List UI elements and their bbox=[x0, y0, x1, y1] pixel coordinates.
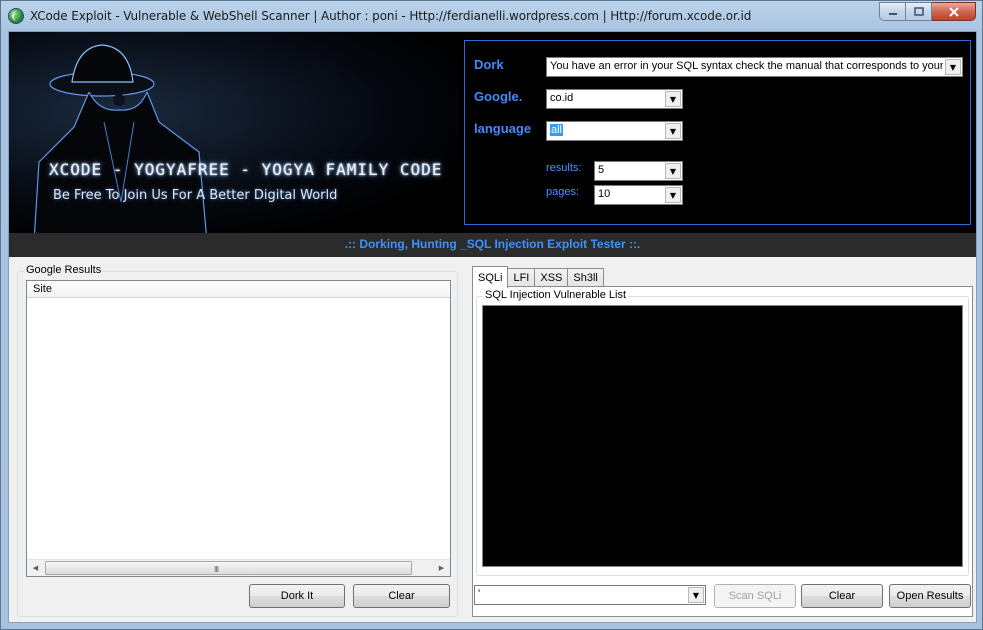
pages-value: 10 bbox=[598, 188, 611, 200]
app-window: XCode Exploit - Vulnerable & WebShell Sc… bbox=[0, 0, 983, 630]
google-results-title: Google Results bbox=[24, 264, 104, 276]
results-combobox[interactable]: 5 ▼ bbox=[594, 161, 683, 181]
header-panel: XCODE - YOGYAFREE - YOGYA FAMILY CODE Be… bbox=[9, 32, 976, 233]
dork-it-button[interactable]: Dork It bbox=[249, 584, 345, 608]
sqli-group-title: SQL Injection Vulnerable List bbox=[483, 289, 629, 301]
tab-sh3ll[interactable]: Sh3ll bbox=[567, 268, 604, 288]
scan-sqli-button[interactable]: Scan SQLi bbox=[714, 584, 796, 608]
banner-tagline: Be Free To Join Us For A Better Digital … bbox=[53, 188, 338, 203]
google-domain-value: co.id bbox=[550, 92, 574, 104]
chevron-down-icon[interactable]: ▼ bbox=[665, 91, 681, 107]
minimize-icon bbox=[888, 12, 897, 15]
tab-xss[interactable]: XSS bbox=[534, 268, 569, 288]
banner-image: XCODE - YOGYAFREE - YOGYA FAMILY CODE Be… bbox=[9, 32, 459, 233]
clear-sqli-button[interactable]: Clear bbox=[801, 584, 883, 608]
chevron-down-icon[interactable]: ▼ bbox=[945, 59, 961, 75]
search-config-box: Dork You have an error in your SQL synta… bbox=[464, 40, 971, 225]
google-domain-combobox[interactable]: co.id ▼ bbox=[546, 89, 683, 109]
window-controls bbox=[879, 2, 976, 22]
pages-label: pages: bbox=[546, 186, 580, 198]
scroll-grip: III bbox=[214, 565, 219, 574]
tab-lfi[interactable]: LFI bbox=[507, 268, 536, 288]
google-label: Google. bbox=[474, 89, 523, 104]
chevron-down-icon[interactable]: ▼ bbox=[688, 587, 704, 603]
subtitle-bar: .:: Dorking, Hunting _SQL Injection Expl… bbox=[9, 233, 976, 257]
column-site[interactable]: Site bbox=[27, 281, 450, 298]
banner-title: XCODE - YOGYAFREE - YOGYA FAMILY CODE bbox=[49, 160, 443, 179]
horizontal-scrollbar[interactable]: ◀ III ▶ bbox=[27, 559, 450, 576]
window-title: XCode Exploit - Vulnerable & WebShell Sc… bbox=[30, 9, 752, 23]
sqli-vulnerable-list[interactable] bbox=[482, 305, 963, 567]
dork-value: You have an error in your SQL syntax che… bbox=[550, 60, 943, 72]
scroll-thumb[interactable]: III bbox=[45, 561, 412, 575]
language-value-wrap: all bbox=[550, 124, 564, 136]
google-results-list[interactable]: Site ◀ III ▶ bbox=[26, 280, 451, 577]
clear-google-results-button[interactable]: Clear bbox=[353, 584, 450, 608]
payload-combobox[interactable]: ' ▼ bbox=[474, 585, 706, 605]
maximize-button[interactable] bbox=[906, 2, 932, 21]
scroll-right-icon[interactable]: ▶ bbox=[433, 560, 450, 576]
app-subtitle: .:: Dorking, Hunting _SQL Injection Expl… bbox=[344, 237, 641, 251]
results-label: results: bbox=[546, 162, 582, 174]
close-icon bbox=[948, 6, 959, 17]
chevron-down-icon[interactable]: ▼ bbox=[665, 187, 681, 203]
maximize-icon bbox=[913, 7, 924, 16]
payload-value: ' bbox=[478, 588, 481, 600]
dork-combobox[interactable]: You have an error in your SQL syntax che… bbox=[546, 57, 963, 77]
open-results-button[interactable]: Open Results bbox=[889, 584, 971, 608]
scroll-left-icon[interactable]: ◀ bbox=[27, 560, 44, 576]
language-value: all bbox=[550, 124, 564, 136]
list-header: Site bbox=[27, 281, 450, 298]
chevron-down-icon[interactable]: ▼ bbox=[665, 123, 681, 139]
close-button[interactable] bbox=[932, 2, 976, 21]
scanner-tabs: SQLi LFI XSS Sh3ll bbox=[472, 266, 604, 288]
tab-sqli[interactable]: SQLi bbox=[472, 266, 509, 288]
title-bar[interactable]: XCode Exploit - Vulnerable & WebShell Sc… bbox=[1, 1, 982, 31]
minimize-button[interactable] bbox=[879, 2, 906, 21]
client-area: XCODE - YOGYAFREE - YOGYA FAMILY CODE Be… bbox=[8, 31, 977, 623]
app-globe-icon[interactable] bbox=[8, 8, 24, 24]
results-value: 5 bbox=[598, 164, 605, 176]
language-label: language bbox=[474, 121, 532, 136]
language-combobox[interactable]: all ▼ bbox=[546, 121, 683, 141]
pages-combobox[interactable]: 10 ▼ bbox=[594, 185, 683, 205]
chevron-down-icon[interactable]: ▼ bbox=[665, 163, 681, 179]
dork-label: Dork bbox=[474, 57, 504, 72]
